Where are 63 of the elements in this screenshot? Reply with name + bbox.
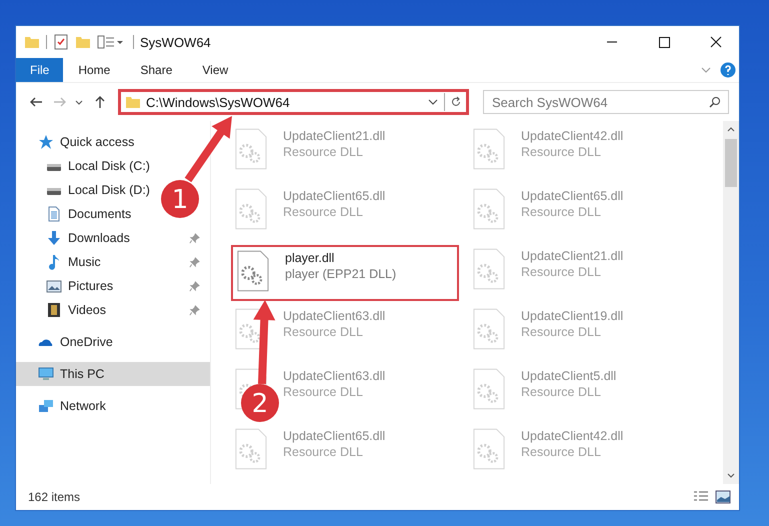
dll-file-icon (473, 248, 505, 290)
nav-item[interactable]: This PC (16, 362, 210, 386)
nav-item[interactable]: Local Disk (C:) (16, 154, 160, 178)
large-icons-view-icon[interactable] (715, 490, 731, 504)
refresh-icon[interactable] (450, 96, 462, 108)
address-path: C:\Windows\SysWOW64 (146, 94, 291, 110)
file-type: Resource DLL (521, 325, 602, 339)
nav-item[interactable]: Pictures (16, 274, 210, 298)
nav-item[interactable]: Documents (16, 202, 142, 226)
dll-file-icon (473, 128, 505, 170)
network-icon (38, 398, 54, 414)
file-type: Resource DLL (521, 385, 602, 399)
item-count: 162 items (28, 490, 80, 504)
file-type: Resource DLL (521, 145, 602, 159)
pin-icon[interactable] (189, 232, 200, 244)
file-type: Resource DLL (521, 265, 602, 279)
nav-item[interactable]: Network (16, 394, 116, 418)
file-type: Resource DLL (283, 445, 364, 459)
pin-icon[interactable] (189, 304, 200, 316)
file-name[interactable]: player.dll (285, 251, 396, 265)
dll-file-icon (473, 188, 505, 230)
dll-file-icon (473, 368, 505, 410)
callout-arrow (184, 116, 232, 182)
dll-file-icon (235, 188, 267, 230)
monitor-icon (38, 366, 54, 382)
search-icon (709, 96, 721, 108)
dll-file-icon (473, 428, 505, 470)
properties-icon[interactable] (53, 34, 69, 50)
file-item[interactable]: player.dll player (EPP21 DLL) (231, 245, 459, 301)
step-badge: 2 (241, 384, 279, 422)
folder-icon (125, 94, 141, 110)
film-icon (46, 302, 62, 318)
help-icon[interactable] (720, 62, 736, 78)
file-type: Resource DLL (283, 385, 364, 399)
window-title: SysWOW64 (140, 34, 211, 50)
scroll-thumb[interactable] (725, 139, 737, 187)
file-type: Resource DLL (283, 145, 364, 159)
step-badge: 1 (161, 180, 199, 218)
pictures-icon (46, 278, 62, 294)
search-field[interactable]: Search SysWOW64 (483, 90, 729, 114)
dll-file-icon (235, 128, 267, 170)
file-type: Resource DLL (521, 205, 602, 219)
nav-item[interactable]: Quick access (16, 130, 144, 154)
nav-item[interactable]: Music (16, 250, 210, 274)
dll-file-icon (235, 428, 267, 470)
dll-file-icon (237, 250, 269, 292)
file-type: Resource DLL (283, 205, 364, 219)
address-bar[interactable]: C:\Windows\SysWOW64 (118, 89, 469, 115)
document-icon (46, 206, 62, 222)
file-type: Resource DLL (521, 445, 602, 459)
pin-icon[interactable] (189, 256, 200, 268)
scrollbar[interactable] (723, 121, 739, 484)
file-type: Resource DLL (283, 325, 364, 339)
nav-item[interactable]: Local Disk (D:) (16, 178, 160, 202)
star-icon (38, 134, 54, 150)
pin-icon[interactable] (189, 280, 200, 292)
nav-item[interactable]: Downloads (16, 226, 210, 250)
ribbon-tab[interactable]: File (16, 58, 64, 82)
download-arrow-icon (46, 230, 62, 246)
dll-file-icon (473, 308, 505, 350)
file-type: player (EPP21 DLL) (285, 267, 396, 281)
nav-item[interactable]: Videos (16, 298, 210, 322)
nav-item[interactable]: OneDrive (16, 330, 123, 354)
